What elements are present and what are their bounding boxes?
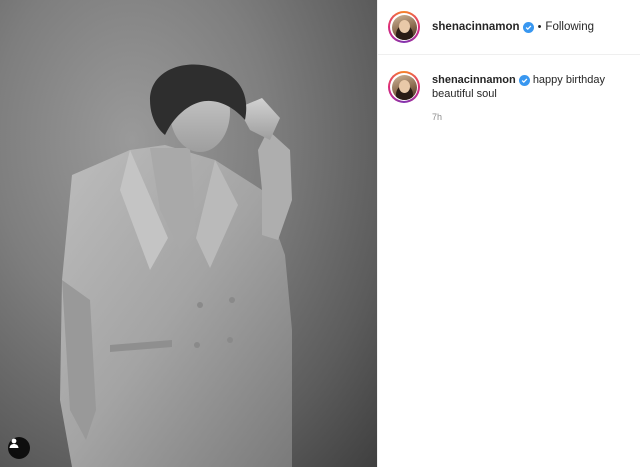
tagged-users-button[interactable] [8,437,30,459]
portrait-illustration [60,64,292,467]
avatar-image [391,74,417,100]
verified-badge-icon [522,21,534,33]
caption-username[interactable]: shenacinnamon [432,74,516,86]
post-timestamp[interactable]: 7h [432,110,442,124]
caption-comment: shenacinnamon happy birthday beautiful s… [388,71,630,124]
verified-badge-icon [518,74,530,86]
header-separator: • [537,21,542,33]
post-dialog: shenacinnamon • Following shenacinnamon … [0,0,640,467]
post-header: shenacinnamon • Following [378,0,640,55]
author-username[interactable]: shenacinnamon [432,21,520,33]
caption-author-avatar[interactable] [388,71,420,103]
user-tag-icon [9,438,19,448]
post-side-panel: shenacinnamon • Following shenacinnamon … [377,0,640,467]
comments-section: shenacinnamon happy birthday beautiful s… [378,55,640,124]
following-button[interactable]: Following [545,21,594,33]
post-photo[interactable] [0,0,377,467]
avatar-image [391,14,417,40]
author-avatar[interactable] [388,11,420,43]
caption-body: shenacinnamon happy birthday beautiful s… [432,71,622,124]
